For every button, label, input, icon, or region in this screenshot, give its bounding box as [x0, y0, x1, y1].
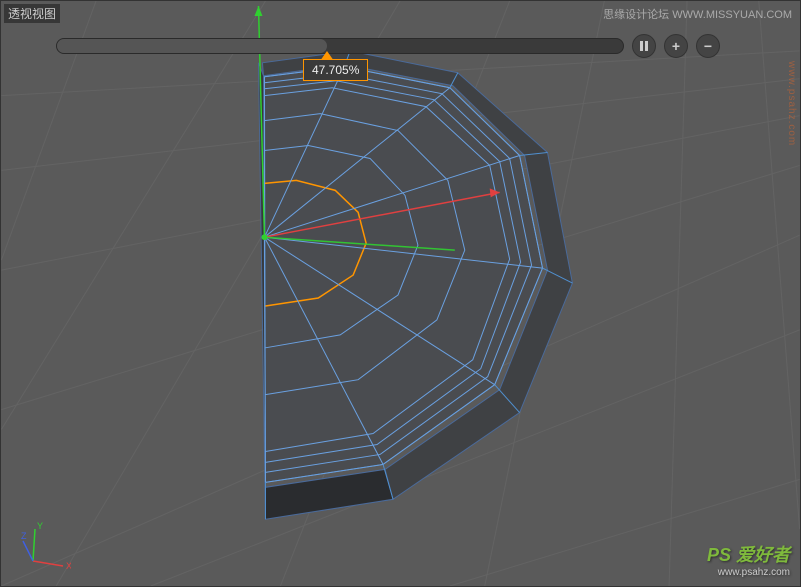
increment-button[interactable]: +	[664, 34, 688, 58]
slider-fill	[57, 39, 327, 53]
slider-value-readout: 47.705%	[303, 59, 368, 81]
perspective-viewport[interactable]: 透视视图 思缘设计论坛 WWW.MISSYUAN.COM www.psahz.c…	[0, 0, 801, 587]
parameter-slider[interactable]: + −	[56, 31, 720, 61]
viewport-label: 透视视图	[4, 4, 60, 23]
decrement-button[interactable]: −	[696, 34, 720, 58]
watermark-side: www.psahz.com	[786, 61, 797, 146]
watermark-bottom-main: PS 爱好者	[707, 545, 790, 565]
svg-text:Z: Z	[21, 531, 27, 541]
mesh-object[interactable]	[258, 51, 572, 519]
svg-text:X: X	[66, 561, 71, 571]
watermark-bottom-sub: www.psahz.com	[707, 567, 790, 578]
scene-canvas[interactable]	[1, 1, 800, 586]
svg-text:Y: Y	[37, 521, 43, 531]
watermark-top: 思缘设计论坛 WWW.MISSYUAN.COM	[603, 6, 792, 22]
watermark-bottom: PS 爱好者 www.psahz.com	[707, 541, 790, 578]
slider-track[interactable]	[56, 38, 624, 54]
axis-gizmo: X Y Z	[21, 521, 71, 571]
pause-icon	[639, 41, 649, 51]
pause-button[interactable]	[632, 34, 656, 58]
